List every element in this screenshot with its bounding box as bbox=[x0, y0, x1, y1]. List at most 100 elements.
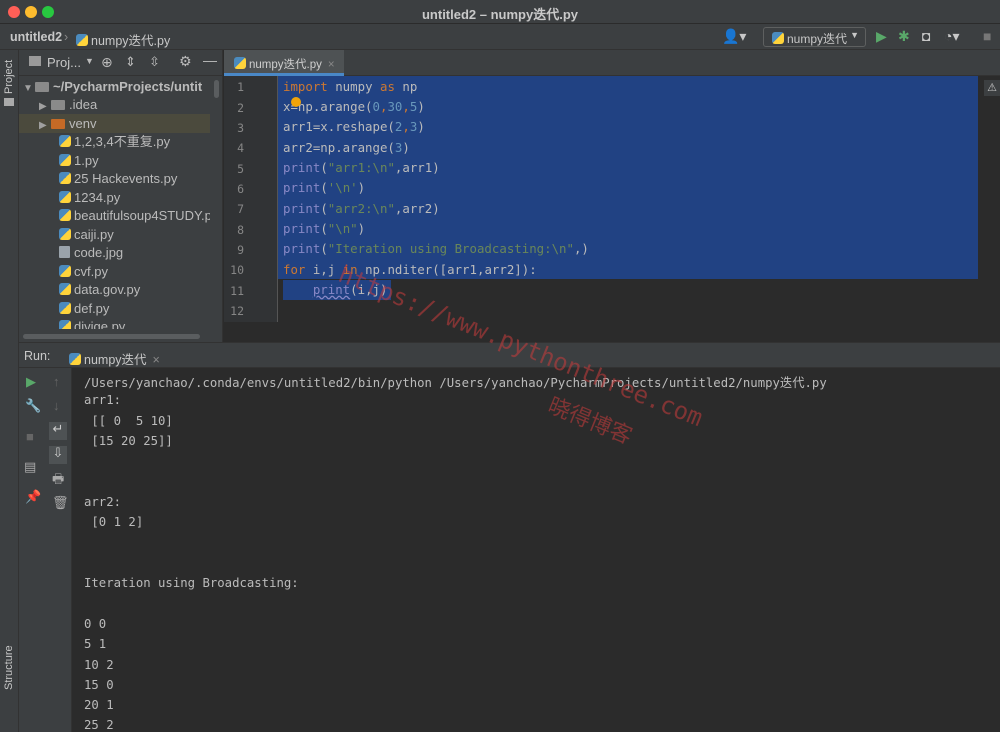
run-icon[interactable]: ▶ bbox=[876, 28, 887, 44]
breadcrumb-project[interactable]: untitled2 bbox=[10, 30, 62, 44]
user-icon[interactable]: 👤▾ bbox=[722, 28, 746, 44]
tree-item-file[interactable]: beautifulsoup4STUDY.p bbox=[19, 206, 210, 225]
profile-icon[interactable]: ◔▾ bbox=[944, 28, 959, 44]
tree-item-file[interactable]: divige.py bbox=[19, 317, 210, 329]
tree-item-file[interactable]: 1,2,3,4不重复.py bbox=[19, 132, 210, 151]
structure-tool-tab[interactable]: Structure bbox=[3, 645, 15, 690]
line-number: 10 bbox=[230, 263, 244, 277]
breadcrumb-file[interactable]: numpy迭代.py bbox=[76, 30, 170, 49]
code-editor[interactable]: import numpy as np x=np.arange(0,30,5) a… bbox=[278, 76, 1000, 322]
layout-icon[interactable]: ▤ bbox=[24, 460, 36, 474]
tree-item-label: beautifulsoup4STUDY.p bbox=[74, 208, 210, 223]
chevron-right-icon[interactable]: ▶ bbox=[39, 116, 51, 133]
project-panel-header: Proj... ▼ ⊕ ⇕ ⇳ ⚙ — bbox=[19, 50, 223, 76]
gear-icon[interactable]: ⚙ bbox=[179, 53, 192, 70]
pin-icon[interactable]: 📌 bbox=[25, 490, 41, 504]
warning-icon[interactable]: ⚠ bbox=[984, 80, 1000, 96]
tree-item-file[interactable]: 25 Hackevents.py bbox=[19, 169, 210, 188]
tree-item-idea[interactable]: ▶ .idea bbox=[19, 95, 210, 114]
tree-item-file[interactable]: def.py bbox=[19, 299, 210, 318]
project-tool-tab[interactable]: Project bbox=[3, 60, 15, 94]
line-number: 3 bbox=[237, 121, 244, 135]
stop-icon[interactable]: ■ bbox=[26, 430, 34, 444]
console-line: 20 1 bbox=[84, 698, 114, 712]
code-line: print("\n") bbox=[283, 221, 366, 236]
console-line: [15 20 25]] bbox=[84, 434, 173, 448]
close-tab-icon[interactable]: × bbox=[153, 353, 160, 367]
intention-bulb-icon[interactable] bbox=[291, 97, 301, 107]
tab-numpy-file[interactable]: numpy迭代.py × bbox=[224, 50, 344, 76]
project-horizontal-scrollbar[interactable] bbox=[23, 334, 200, 339]
tree-item-file[interactable]: caiji.py bbox=[19, 225, 210, 244]
tab-run-numpy[interactable]: numpy迭代 × bbox=[69, 349, 160, 368]
trash-icon[interactable]: 🗑 bbox=[52, 496, 69, 510]
chevron-down-icon[interactable]: ▼ bbox=[23, 79, 35, 96]
editor-tab-bar: numpy迭代.py × bbox=[224, 50, 1000, 76]
python-file-icon bbox=[59, 191, 71, 203]
scroll-to-end-icon[interactable]: ⇩ bbox=[49, 446, 67, 464]
run-configuration-select[interactable]: numpy迭代 ▼ bbox=[763, 27, 866, 47]
arrow-down-icon[interactable]: ↓ bbox=[53, 399, 60, 413]
project-folder-icon bbox=[4, 98, 14, 106]
stop-icon[interactable]: ■ bbox=[983, 28, 991, 44]
console-line: /Users/yanchao/.conda/envs/untitled2/bin… bbox=[84, 376, 827, 390]
close-tab-icon[interactable]: × bbox=[328, 59, 335, 71]
tree-item-file[interactable]: data.gov.py bbox=[19, 280, 210, 299]
line-number: 4 bbox=[237, 141, 244, 155]
line-number: 9 bbox=[237, 243, 244, 257]
run-toolbar-primary: ▶ 🔧 ■ ▤ 📌 bbox=[19, 368, 44, 732]
folder-icon bbox=[51, 100, 65, 110]
project-vertical-scrollbar[interactable] bbox=[214, 80, 219, 98]
debug-icon[interactable]: ✱ bbox=[898, 28, 910, 44]
console-line: arr1: bbox=[84, 393, 122, 407]
console-line: [[ 0 5 10] bbox=[84, 414, 173, 428]
run-console[interactable]: /Users/yanchao/.conda/envs/untitled2/bin… bbox=[73, 368, 1000, 732]
tree-item-venv[interactable]: ▶ venv bbox=[19, 114, 210, 133]
image-file-icon bbox=[59, 246, 70, 258]
tree-item-file[interactable]: 1234.py bbox=[19, 188, 210, 207]
tree-item-file[interactable]: code.jpg bbox=[19, 243, 210, 262]
console-line: 5 1 bbox=[84, 637, 107, 651]
project-view-icon bbox=[29, 56, 41, 66]
python-file-icon bbox=[59, 283, 71, 295]
soft-wrap-icon[interactable]: ↵ bbox=[49, 422, 67, 440]
chevron-right-icon[interactable]: ▶ bbox=[39, 97, 51, 114]
tab-label: numpy迭代.py bbox=[249, 59, 322, 71]
code-line: for i,j in np.nditer([arr1,arr2]): bbox=[283, 262, 537, 277]
project-view-select[interactable]: Proj... bbox=[47, 55, 81, 70]
breadcrumb-separator-icon: › bbox=[64, 30, 69, 44]
folder-icon bbox=[35, 82, 49, 92]
code-line: x=np.arange(0,30,5) bbox=[283, 99, 425, 114]
hide-panel-icon[interactable]: — bbox=[203, 52, 217, 68]
chevron-down-icon[interactable]: ▼ bbox=[85, 56, 94, 66]
expand-all-icon[interactable]: ⇕ bbox=[125, 54, 136, 70]
line-number: 12 bbox=[230, 304, 244, 318]
editor-gutter: 1 2 3 4 5 6 7 8 9 10 11 12 bbox=[224, 76, 278, 322]
print-icon[interactable]: 🖶 bbox=[52, 472, 64, 486]
locate-file-icon[interactable]: ⊕ bbox=[101, 54, 113, 71]
arrow-up-icon[interactable]: ↑ bbox=[53, 375, 60, 389]
tree-item-root[interactable]: ▼ ~/PycharmProjects/untit bbox=[19, 77, 210, 96]
run-toolbar-secondary: ↑ ↓ ↵ ⇩ 🖶 🗑 bbox=[44, 368, 72, 732]
tree-item-label: data.gov.py bbox=[74, 282, 141, 297]
console-line: arr2: bbox=[84, 495, 122, 509]
run-panel-header: Run: numpy迭代 × bbox=[19, 342, 1000, 368]
tree-item-file[interactable]: 1.py bbox=[19, 151, 210, 170]
tree-item-file[interactable]: cvf.py bbox=[19, 262, 210, 281]
collapse-all-icon[interactable]: ⇳ bbox=[149, 54, 160, 70]
code-line: print("arr2:\n",arr2) bbox=[283, 201, 440, 216]
tree-item-label: code.jpg bbox=[74, 245, 124, 260]
tree-item-label: cvf.py bbox=[74, 264, 108, 279]
tree-item-label: ~/PycharmProjects/untit bbox=[53, 79, 203, 94]
console-line: 0 0 bbox=[84, 617, 107, 631]
coverage-icon[interactable]: ◘ bbox=[922, 28, 930, 44]
python-file-icon bbox=[59, 209, 71, 221]
tree-item-label: .idea bbox=[69, 97, 98, 112]
wrench-icon[interactable]: 🔧 bbox=[25, 399, 41, 413]
python-file-icon bbox=[69, 353, 81, 365]
python-file-icon bbox=[59, 228, 71, 240]
title-bar: untitled2 – numpy迭代.py bbox=[0, 0, 1000, 24]
rerun-icon[interactable]: ▶ bbox=[26, 375, 36, 389]
code-line: arr1=x.reshape(2,3) bbox=[283, 119, 425, 134]
python-file-icon bbox=[59, 154, 71, 166]
